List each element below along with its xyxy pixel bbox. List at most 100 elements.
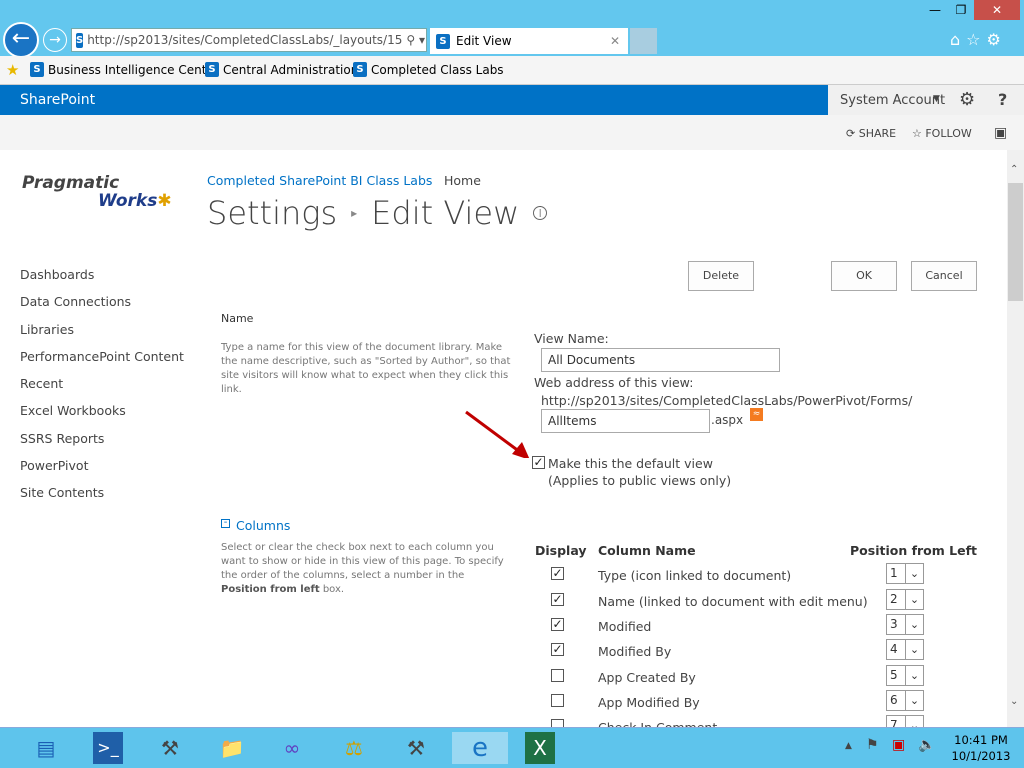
display-checkbox[interactable] xyxy=(551,669,564,682)
chevron-down-icon: ⌄ xyxy=(905,716,923,727)
pragmatic-works-logo[interactable]: Pragmatic Works✱ xyxy=(22,174,172,210)
display-checkbox[interactable]: ✓ xyxy=(551,567,564,580)
delete-button[interactable]: Delete xyxy=(688,261,754,291)
web-address-input[interactable]: AllItems xyxy=(541,409,710,433)
action-center-flag-icon[interactable]: ⚑ xyxy=(866,737,879,753)
position-value: 5 xyxy=(890,668,898,682)
internet-explorer-icon[interactable]: e xyxy=(452,732,508,764)
sql-tools-icon[interactable]: ⚖ xyxy=(334,732,374,764)
focus-icon[interactable]: ▣ xyxy=(994,125,1007,141)
nav-performancepoint[interactable]: PerformancePoint Content xyxy=(20,349,184,364)
name-section-heading: Name xyxy=(221,312,254,325)
collapse-icon[interactable]: - xyxy=(221,518,230,528)
favorites-star-icon[interactable]: ★ xyxy=(6,61,19,79)
position-select[interactable]: 3 ⌄ xyxy=(886,614,924,635)
chevron-down-icon: ⌄ xyxy=(905,615,923,634)
main-content: Pragmatic Works✱ Completed SharePoint BI … xyxy=(0,150,1007,727)
nav-ssrs-reports[interactable]: SSRS Reports xyxy=(20,431,104,446)
position-select[interactable]: 5 ⌄ xyxy=(886,665,924,686)
scroll-up-icon[interactable]: ⌃ xyxy=(1010,164,1018,175)
nav-excel-workbooks[interactable]: Excel Workbooks xyxy=(20,403,126,418)
admin-tools-icon[interactable]: ⚒ xyxy=(396,732,436,764)
default-view-checkbox[interactable]: ✓ xyxy=(532,456,545,469)
visual-studio-icon[interactable]: ∞ xyxy=(272,732,312,764)
info-icon[interactable]: i xyxy=(533,206,548,220)
ok-button[interactable]: OK xyxy=(831,261,897,291)
restore-button[interactable]: ❐ xyxy=(948,0,974,20)
column-name: Check In Comment xyxy=(598,720,717,727)
volume-muted-icon[interactable]: 🔈 xyxy=(918,737,935,753)
position-select[interactable]: 2 ⌄ xyxy=(886,589,924,610)
minimize-button[interactable]: — xyxy=(922,0,948,20)
excel-icon[interactable]: X xyxy=(525,732,555,764)
column-row: ✓ Modified By 4 ⌄ xyxy=(0,639,1007,664)
nav-data-connections[interactable]: Data Connections xyxy=(20,294,131,309)
forward-button[interactable]: → xyxy=(43,28,67,52)
time: 10:41 PM xyxy=(954,733,1008,747)
account-menu[interactable]: System Account xyxy=(840,93,945,108)
nav-dashboards[interactable]: Dashboards xyxy=(20,267,94,282)
favorite-link[interactable]: S Business Intelligence Center xyxy=(30,62,219,77)
help-icon[interactable]: ? xyxy=(998,90,1007,109)
server-manager-icon[interactable]: ▤ xyxy=(26,732,66,764)
display-checkbox[interactable]: ✓ xyxy=(551,593,564,606)
favorite-link[interactable]: S Central Administration xyxy=(205,62,358,77)
view-name-input[interactable]: All Documents xyxy=(541,348,780,372)
display-checkbox[interactable] xyxy=(551,694,564,707)
clock[interactable]: 10:41 PM 10/1/2013 xyxy=(946,732,1016,764)
display-checkbox[interactable]: ✓ xyxy=(551,643,564,656)
cancel-button[interactable]: Cancel xyxy=(911,261,977,291)
sharepoint-icon: S xyxy=(30,62,44,77)
close-tab-icon[interactable]: ✕ xyxy=(610,34,628,48)
position-value: 2 xyxy=(890,592,898,606)
nav-recent[interactable]: Recent xyxy=(20,376,63,391)
back-button[interactable]: ← xyxy=(3,22,39,58)
display-checkbox[interactable] xyxy=(551,719,564,727)
tools-icon[interactable]: ⚒ xyxy=(150,732,190,764)
sharepoint-icon: S xyxy=(436,33,450,49)
share-label: SHARE xyxy=(858,127,897,140)
favorite-label: Business Intelligence Center xyxy=(48,62,219,77)
scrollbar-thumb[interactable] xyxy=(1008,183,1023,301)
page-title-settings[interactable]: Settings xyxy=(207,194,337,232)
share-button[interactable]: ⟳ SHARE xyxy=(846,127,896,140)
position-select[interactable]: 1 ⌄ xyxy=(886,563,924,584)
column-row: App Created By 5 ⌄ xyxy=(0,665,1007,690)
scroll-down-icon[interactable]: ⌄ xyxy=(1010,696,1018,707)
position-value: 1 xyxy=(890,566,898,580)
nav-site-contents[interactable]: Site Contents xyxy=(20,485,104,500)
column-name: App Modified By xyxy=(598,695,700,710)
new-tab-button[interactable] xyxy=(630,28,657,54)
nav-libraries[interactable]: Libraries xyxy=(20,322,74,337)
position-select[interactable]: 7 ⌄ xyxy=(886,715,924,727)
sharepoint-brand[interactable]: SharePoint xyxy=(20,92,95,108)
show-hidden-icons[interactable]: ▲ xyxy=(845,741,852,751)
home-link[interactable]: Home xyxy=(444,173,481,188)
address-bar[interactable]: S http://sp2013/sites/CompletedClassLabs… xyxy=(71,28,427,52)
file-explorer-icon[interactable]: 📁 xyxy=(212,732,252,764)
gear-icon[interactable]: ⚙ xyxy=(959,89,975,110)
chevron-down-icon: ⌄ xyxy=(905,691,923,710)
name-section-description: Type a name for this view of the documen… xyxy=(221,342,511,395)
suite-bar: SharePoint System Account ▼ ⚙ ? xyxy=(0,85,1024,115)
display-checkbox[interactable]: ✓ xyxy=(551,618,564,631)
vertical-scrollbar[interactable]: ⌃ ⌄ xyxy=(1007,150,1024,727)
favorite-link[interactable]: S Completed Class Labs xyxy=(353,62,504,77)
favorite-label: Completed Class Labs xyxy=(371,62,504,77)
home-star-gear-icons[interactable]: ⌂☆⚙ xyxy=(950,30,1007,49)
position-select[interactable]: 4 ⌄ xyxy=(886,639,924,660)
close-window-button[interactable]: ✕ xyxy=(974,0,1020,20)
powershell-icon[interactable]: >_ xyxy=(93,732,123,764)
site-title-link[interactable]: Completed SharePoint BI Class Labs xyxy=(207,173,432,188)
sharepoint-icon: S xyxy=(76,32,84,48)
rss-icon[interactable]: ≈ xyxy=(750,408,763,421)
tab-edit-view[interactable]: S Edit View ✕ xyxy=(430,28,628,54)
network-icon[interactable]: ▣ xyxy=(892,737,905,753)
nav-powerpivot[interactable]: PowerPivot xyxy=(20,458,88,473)
search-icon[interactable]: ⚲ ▾ ↻ xyxy=(406,33,426,47)
position-select[interactable]: 6 ⌄ xyxy=(886,690,924,711)
columns-section-heading[interactable]: Columns xyxy=(236,518,290,533)
follow-button[interactable]: ☆ FOLLOW xyxy=(912,127,972,140)
default-view-label: Make this the default view xyxy=(548,456,713,471)
sharepoint-icon: S xyxy=(205,62,219,77)
